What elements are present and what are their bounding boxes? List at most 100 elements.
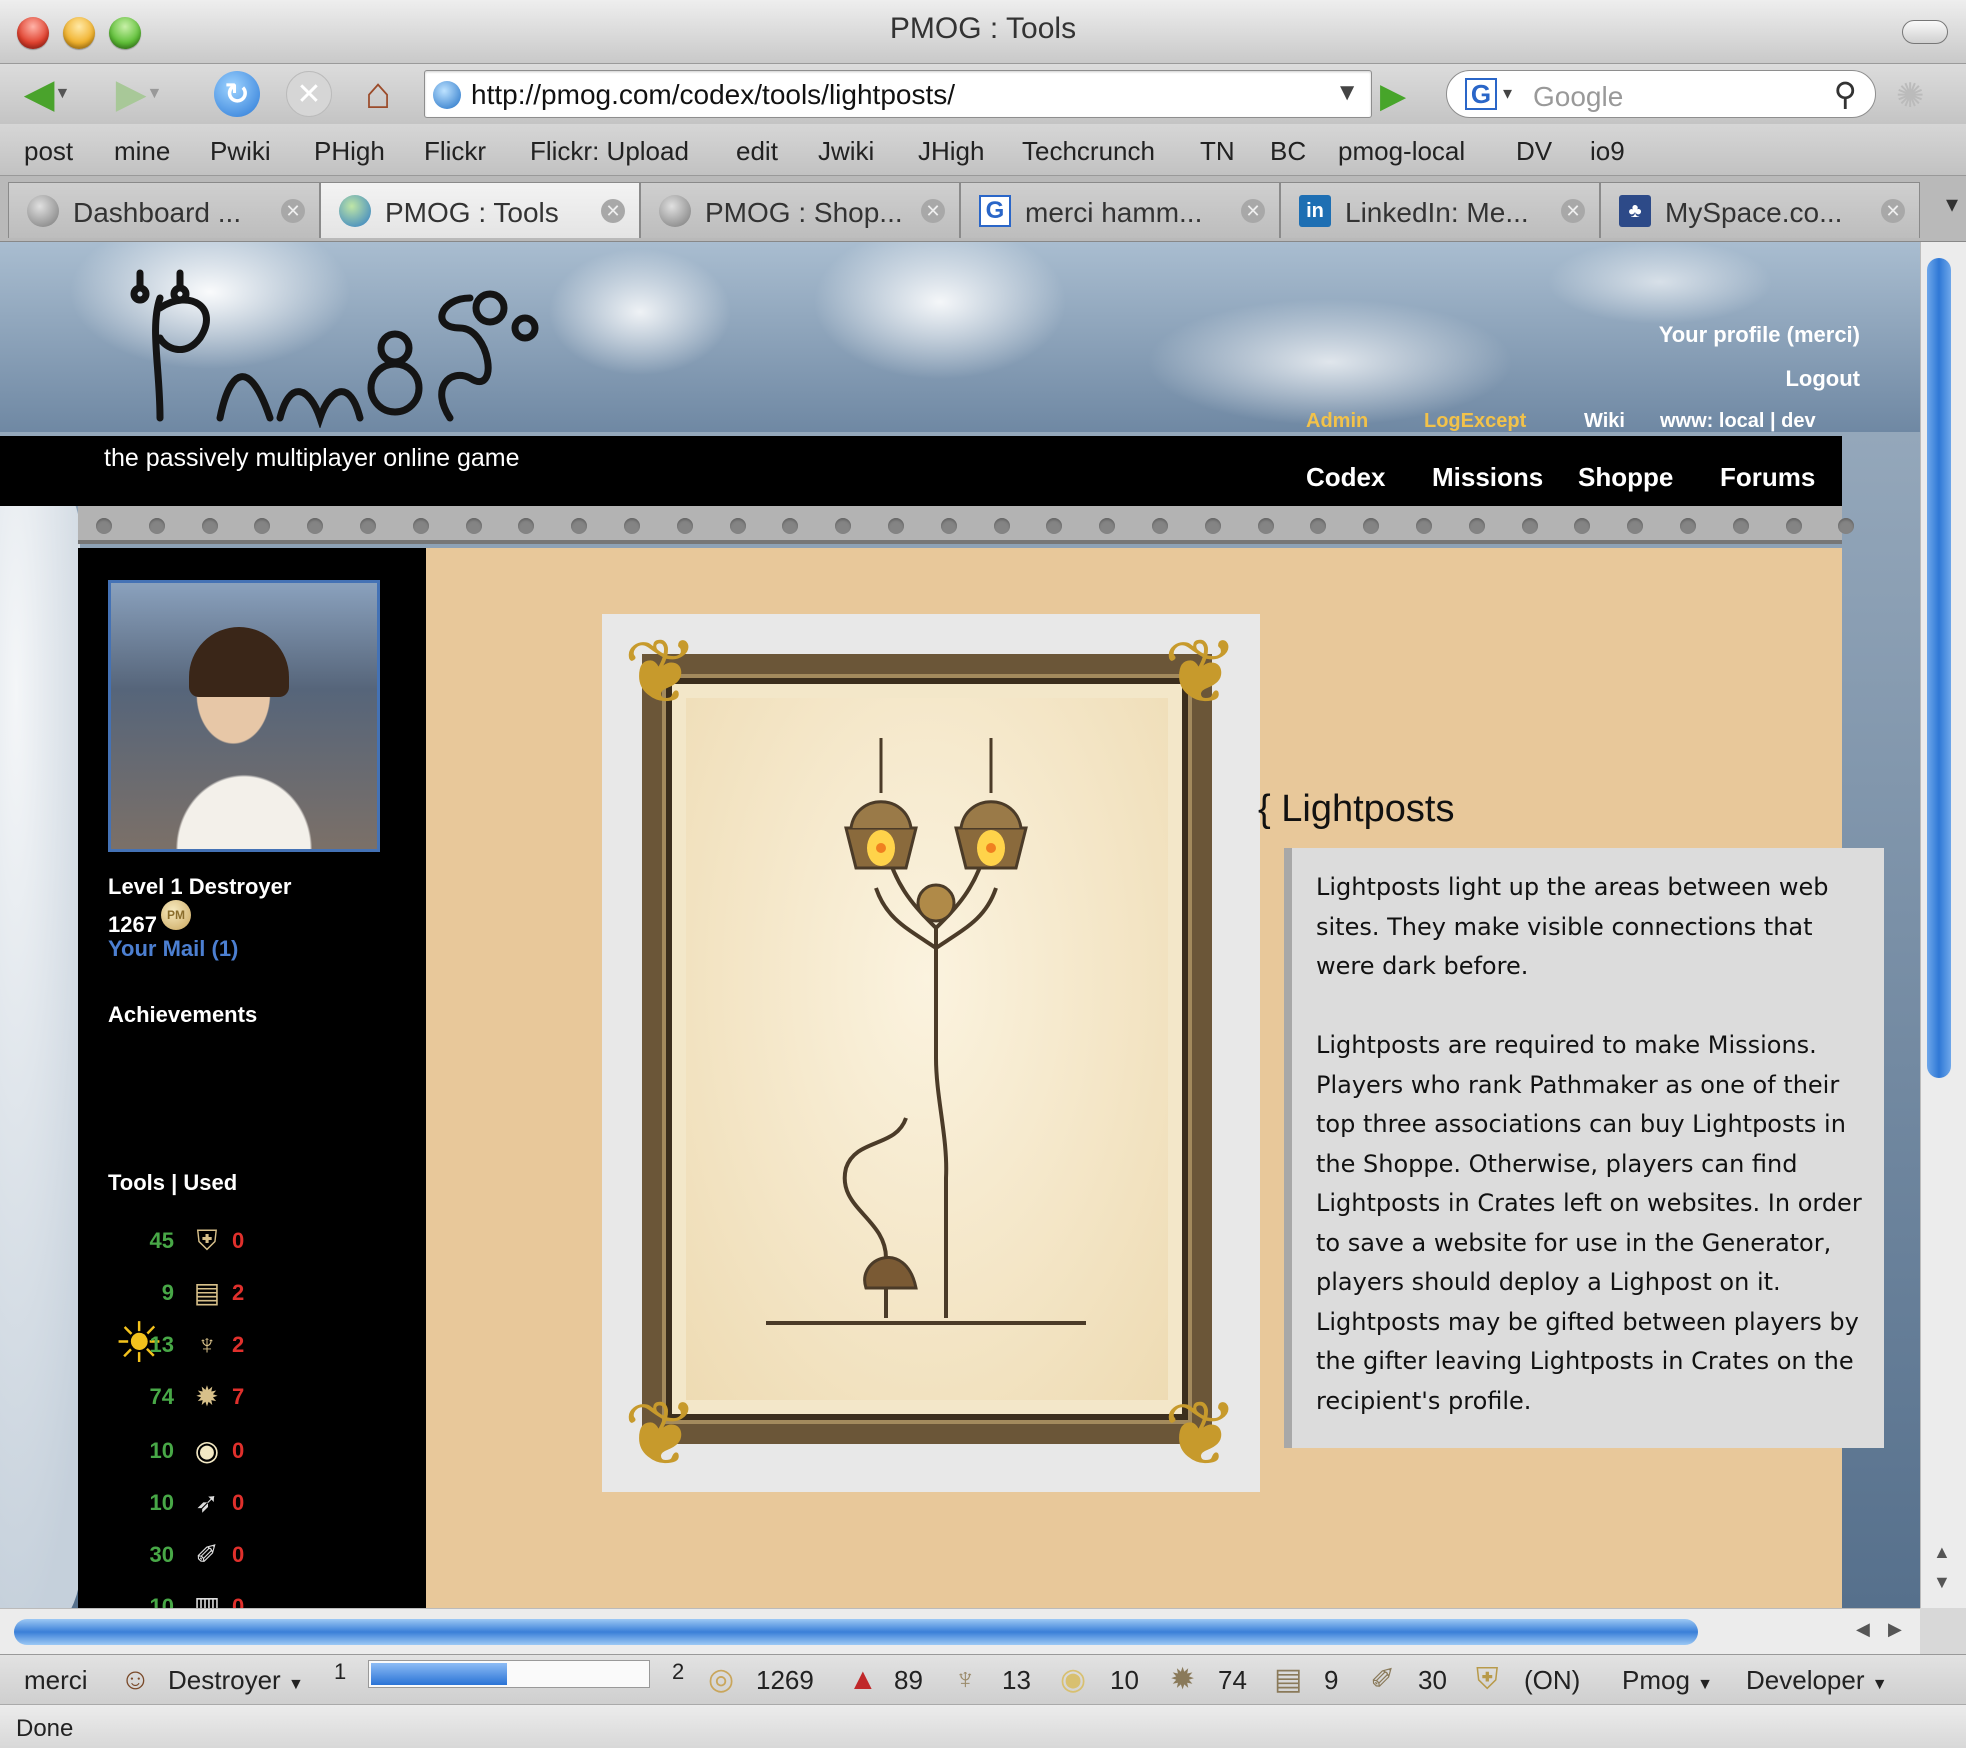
tab-myspace[interactable]: ♣ MySpace.co... ✕ — [1600, 182, 1920, 238]
developer-menu[interactable]: Developer ▼ — [1746, 1665, 1888, 1696]
tab-linkedin[interactable]: in LinkedIn: Me... ✕ — [1280, 182, 1600, 238]
bookmark-item[interactable]: JHigh — [918, 136, 984, 167]
pmog-logo[interactable] — [130, 268, 550, 428]
stop-button[interactable]: ✕ — [282, 71, 336, 117]
scroll-up-arrow-icon[interactable]: ▲ — [1933, 1542, 1951, 1563]
tool-row[interactable]: 74 ✹ 7 — [108, 1378, 408, 1418]
tools-heading: Tools | Used — [108, 1170, 238, 1195]
forward-button[interactable]: ▶ ▼ — [104, 72, 174, 116]
portal-icon: ◉ — [194, 1435, 220, 1466]
tab-overflow-icon[interactable]: ▾ — [1946, 190, 1958, 219]
bookmark-item[interactable]: io9 — [1590, 136, 1625, 167]
search-icon[interactable]: ⚲ — [1834, 75, 1857, 113]
forward-dropdown-icon[interactable]: ▼ — [146, 85, 162, 103]
mine-icon[interactable]: ✹ — [1170, 1663, 1195, 1697]
toolbar-toggle-button[interactable] — [1902, 20, 1948, 44]
logout-link[interactable]: Logout — [1659, 366, 1860, 392]
scroll-right-arrow-icon[interactable]: ▶ — [1888, 1619, 1902, 1640]
bookmark-item[interactable]: Jwiki — [818, 136, 874, 167]
tool-row[interactable]: 45 ⛨ 0 — [108, 1222, 408, 1262]
horizontal-scrollbar[interactable]: ◀ ▶ — [0, 1608, 1920, 1654]
nav-shoppe[interactable]: Shoppe — [1578, 462, 1673, 493]
search-engine-dropdown-icon[interactable]: ▾ — [1503, 83, 1512, 104]
tool-row[interactable]: 10 ◉ 0 — [108, 1432, 408, 1472]
close-tab-icon[interactable]: ✕ — [601, 199, 625, 223]
globe-icon — [27, 195, 59, 227]
tab-pmog-tools[interactable]: PMOG : Tools ✕ — [320, 182, 640, 238]
tool-quantity: 10 — [149, 1490, 174, 1515]
crate-icon[interactable]: ▤ — [1274, 1663, 1302, 1697]
go-button[interactable]: ▶ — [1380, 76, 1406, 116]
tool-row[interactable]: 30 ✐ 0 — [108, 1536, 408, 1576]
tool-row[interactable]: 13 ♆ 2 — [108, 1326, 408, 1366]
vertical-scrollbar[interactable]: ▲ ▼ — [1920, 242, 1966, 1608]
close-tab-icon[interactable]: ✕ — [281, 199, 305, 223]
pmog-menu[interactable]: Pmog ▼ — [1622, 1665, 1713, 1696]
avatar[interactable] — [108, 580, 380, 852]
portal-icon[interactable]: ◉ — [1060, 1663, 1086, 1697]
close-tab-icon[interactable]: ✕ — [921, 199, 945, 223]
tool-row[interactable]: 9 ▤ 2 — [108, 1274, 408, 1314]
chevron-down-icon: ▼ — [1697, 1676, 1713, 1693]
horizontal-scroll-thumb[interactable] — [14, 1619, 1698, 1645]
mail-link[interactable]: Your Mail (1) — [108, 936, 238, 962]
bookmark-item[interactable]: DV — [1516, 136, 1552, 167]
url-history-dropdown-icon[interactable]: ▼ — [1335, 79, 1359, 107]
armor-icon[interactable]: ⛨ — [1476, 1663, 1499, 1697]
close-tab-icon[interactable]: ✕ — [1561, 199, 1585, 223]
class-dropdown[interactable]: Destroyer ▼ — [168, 1665, 304, 1696]
environment-links[interactable]: www: local | dev — [1660, 410, 1816, 433]
toolbar-username[interactable]: merci — [24, 1665, 88, 1696]
vertical-scroll-thumb[interactable] — [1927, 258, 1951, 1078]
tab-google-search[interactable]: G merci hamm... ✕ — [960, 182, 1280, 238]
tool-quantity: 74 — [149, 1384, 174, 1409]
nav-missions[interactable]: Missions — [1432, 462, 1543, 493]
chevron-down-icon: ▼ — [287, 1676, 304, 1693]
tab-pmog-shoppe[interactable]: PMOG : Shop... ✕ — [640, 182, 960, 238]
bookmark-item[interactable]: Flickr: Upload — [530, 136, 689, 167]
bookmark-item[interactable]: pmog-local — [1338, 136, 1465, 167]
wiki-link[interactable]: Wiki — [1584, 410, 1625, 433]
nav-codex[interactable]: Codex — [1306, 462, 1385, 493]
search-input[interactable]: Google — [1533, 81, 1623, 113]
bookmark-item[interactable]: Flickr — [424, 136, 486, 167]
google-icon[interactable]: G — [1465, 78, 1497, 110]
bookmark-item[interactable]: PHigh — [314, 136, 385, 167]
close-tab-icon[interactable]: ✕ — [1881, 199, 1905, 223]
tool-row[interactable]: 10 ▥ 0 — [108, 1588, 408, 1608]
url-text[interactable]: http://pmog.com/codex/tools/lightposts/ — [471, 79, 955, 111]
st-nick-icon[interactable]: ✐ — [1370, 1663, 1395, 1697]
rivet-dot — [1416, 518, 1432, 534]
bookmark-item[interactable]: edit — [736, 136, 778, 167]
home-button[interactable]: ⌂ — [350, 69, 406, 118]
admin-link[interactable]: Admin — [1306, 410, 1368, 433]
bookmark-item[interactable]: mine — [114, 136, 170, 167]
bookmark-item[interactable]: TN — [1200, 136, 1235, 167]
reload-button[interactable]: ↻ — [210, 71, 264, 117]
search-bar[interactable]: G ▾ Google ⚲ — [1446, 70, 1876, 118]
gold-corner-ornament-icon: ❦ — [1163, 1385, 1239, 1485]
site-tagline: the passively multiplayer online game — [104, 444, 520, 472]
close-tab-icon[interactable]: ✕ — [1241, 199, 1265, 223]
back-dropdown-icon[interactable]: ▼ — [54, 85, 70, 103]
back-arrow-icon: ◀ — [23, 72, 55, 116]
achievements-heading: Achievements — [108, 1002, 258, 1027]
nav-forums[interactable]: Forums — [1720, 462, 1815, 493]
profile-link[interactable]: Your profile (merci) — [1659, 322, 1860, 348]
tool-row[interactable]: 10 ➶ 0 — [108, 1484, 408, 1524]
scroll-left-arrow-icon[interactable]: ◀ — [1856, 1619, 1870, 1640]
pmog-toolbar: merci ☺ Destroyer ▼ 1 2 ◎ 1269 ▲ 89 ♆ 13… — [0, 1654, 1966, 1704]
bookmark-item[interactable]: Pwiki — [210, 136, 271, 167]
avatar-hair — [189, 627, 289, 697]
scroll-down-arrow-icon[interactable]: ▼ — [1933, 1572, 1951, 1593]
lightpost-icon[interactable]: ♆ — [954, 1663, 977, 1697]
logexcept-link[interactable]: LogExcept — [1424, 410, 1526, 433]
back-button[interactable]: ◀ ▼ — [12, 72, 82, 116]
bookmark-item[interactable]: Techcrunch — [1022, 136, 1155, 167]
bookmark-item[interactable]: BC — [1270, 136, 1306, 167]
url-bar[interactable]: http://pmog.com/codex/tools/lightposts/ … — [424, 70, 1372, 118]
tab-dashboard[interactable]: Dashboard ... ✕ — [8, 182, 320, 238]
rivet-dot — [1468, 518, 1485, 534]
tool-used: 0 — [232, 1228, 245, 1253]
bookmark-item[interactable]: post — [24, 136, 73, 167]
